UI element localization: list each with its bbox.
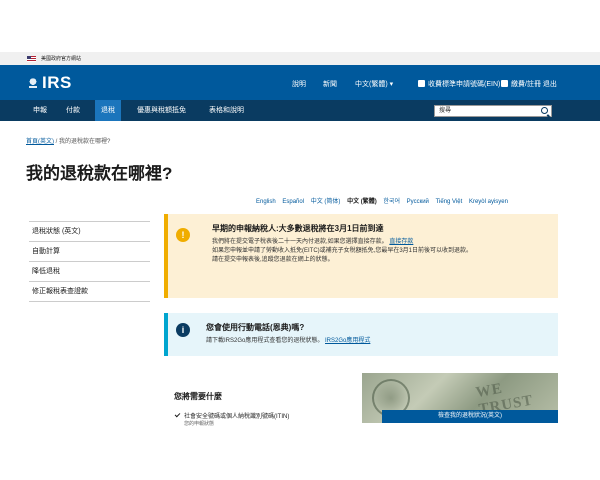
lang-russian[interactable]: Русский (407, 199, 429, 205)
alert-line: 如果您申報並申請了勞動收入抵免(EITC)或補充子女稅額抵免,您最早在3月1日前… (212, 248, 473, 254)
alert-line-text: 請下載IRS2Go應用程式查看您的退稅狀態。 (206, 338, 324, 344)
lang-chinese-simplified[interactable]: 中文 (简体) (311, 199, 341, 205)
sidebar-item-reduced-refund[interactable]: 降低退稅 (29, 262, 150, 282)
lang-chinese-traditional: 中文 (繁體) (347, 199, 377, 205)
alert-line-text: 我們將在提交電子稅表後二十一天內付退款,如果您選擇直接存款。 (212, 239, 388, 245)
user-icon (418, 80, 425, 87)
sidebar-item-amended-return[interactable]: 修正報稅表查證款 (29, 282, 150, 302)
info-icon: i (176, 323, 190, 337)
alert-line: 請下載IRS2Go應用程式查看您的退稅狀態。 IRS2Go應用程式 (206, 337, 548, 346)
lang-spanish[interactable]: Español (282, 199, 304, 205)
need-section-title: 您將需要什麼 (174, 392, 222, 401)
direct-deposit-link[interactable]: 直接存款 (389, 239, 413, 245)
gov-banner-text: 美國政府官方網站 (41, 56, 82, 62)
check-refund-status-button[interactable]: 檢查我的退稅狀況(英文) (382, 410, 558, 423)
exclamation-icon: ! (176, 228, 190, 242)
help-link[interactable]: 說明 (292, 79, 306, 89)
list-item: 社會安全號碼或個人納稅識別號碼(ITIN) (174, 411, 289, 420)
page-title: 我的退稅款在哪裡? (26, 164, 173, 183)
nav-item-file[interactable]: 申報 (27, 100, 53, 121)
chevron-down-icon: ▾ (389, 81, 394, 88)
nav-item-credits[interactable]: 優惠與稅額抵免 (131, 100, 192, 121)
ein-link-label: 收費標準申請號碼(EIN) (428, 81, 501, 88)
sidebar-item-refund-status[interactable]: 退稅狀態 (英文) (29, 221, 150, 242)
eagle-icon (26, 76, 40, 90)
breadcrumb-current: 我的退稅款在哪裡? (59, 139, 111, 145)
page: 美國政府官方網站 IRS 說明 新聞 中文(繁體) ▾ 收費標準申請號碼(EIN… (0, 0, 600, 480)
sidebar: 退稅狀態 (英文) 自動計算 降低退稅 修正報稅表查證款 (29, 221, 150, 302)
alert-line: 請在提交申報表後,追蹤您退款在網上的狀態。 (212, 257, 334, 263)
account-link[interactable]: 繳費/註冊 退出 (501, 79, 557, 89)
list-item: 您的申報狀態 (184, 421, 215, 427)
account-icon (501, 80, 508, 87)
news-link[interactable]: 新聞 (323, 79, 337, 89)
nav-item-pay[interactable]: 付款 (60, 100, 86, 121)
gov-banner: 美國政府官方網站 (0, 52, 600, 65)
alert-line: 我們將在提交電子稅表後二十一天內付退款,如果您選擇直接存款。 直接存款 (212, 238, 548, 247)
nav-item-forms[interactable]: 表格和說明 (203, 100, 250, 121)
alert-title: 早期的申報納稅人:大多數退稅將在3月1日前到達 (212, 224, 384, 233)
early-filer-alert: ! 早期的申報納稅人:大多數退稅將在3月1日前到達 我們將在提交電子稅表後二十一… (164, 214, 558, 298)
language-select-value: 中文(繁體) (355, 81, 388, 88)
breadcrumb-separator: / (55, 139, 58, 145)
mobile-app-alert: i 您會使用行動電話(恩典)嗎? 請下載IRS2Go應用程式查看您的退稅狀態。 … (164, 313, 558, 356)
ein-link[interactable]: 收費標準申請號碼(EIN) (418, 79, 500, 89)
search-placeholder: 搜尋 (439, 108, 452, 114)
logo-text: IRS (42, 73, 72, 92)
language-links: English Español 中文 (简体) 中文 (繁體) 한국어 Русс… (256, 196, 513, 205)
language-select[interactable]: 中文(繁體) ▾ (355, 79, 393, 89)
account-link-label: 繳費/註冊 退出 (511, 81, 557, 88)
lang-haitian-creole[interactable]: Kreyòl ayisyen (469, 199, 508, 205)
checkmark-icon (174, 411, 181, 418)
lang-vietnamese[interactable]: Tiếng Việt (436, 199, 463, 205)
alert-title: 您會使用行動電話(恩典)嗎? (206, 323, 305, 332)
irs-logo[interactable]: IRS (26, 73, 72, 93)
search-icon[interactable] (541, 107, 548, 114)
sidebar-item-auto-calc[interactable]: 自動計算 (29, 242, 150, 262)
main-nav: 申報 付款 退稅 優惠與稅額抵免 表格和說明 搜尋 (0, 100, 600, 121)
irs2go-link[interactable]: IRS2Go應用程式 (325, 338, 370, 344)
search-input[interactable]: 搜尋 (434, 105, 552, 117)
breadcrumb: 首頁(英文) / 我的退稅款在哪裡? (26, 136, 110, 145)
lang-english[interactable]: English (256, 199, 276, 205)
lang-korean[interactable]: 한국어 (383, 199, 400, 205)
site-header: IRS 說明 新聞 中文(繁體) ▾ 收費標準申請號碼(EIN) 繳費/註冊 退… (0, 65, 600, 100)
us-flag-icon (27, 55, 36, 62)
breadcrumb-home[interactable]: 首頁(英文) (26, 139, 54, 145)
nav-item-refunds[interactable]: 退稅 (95, 100, 121, 121)
